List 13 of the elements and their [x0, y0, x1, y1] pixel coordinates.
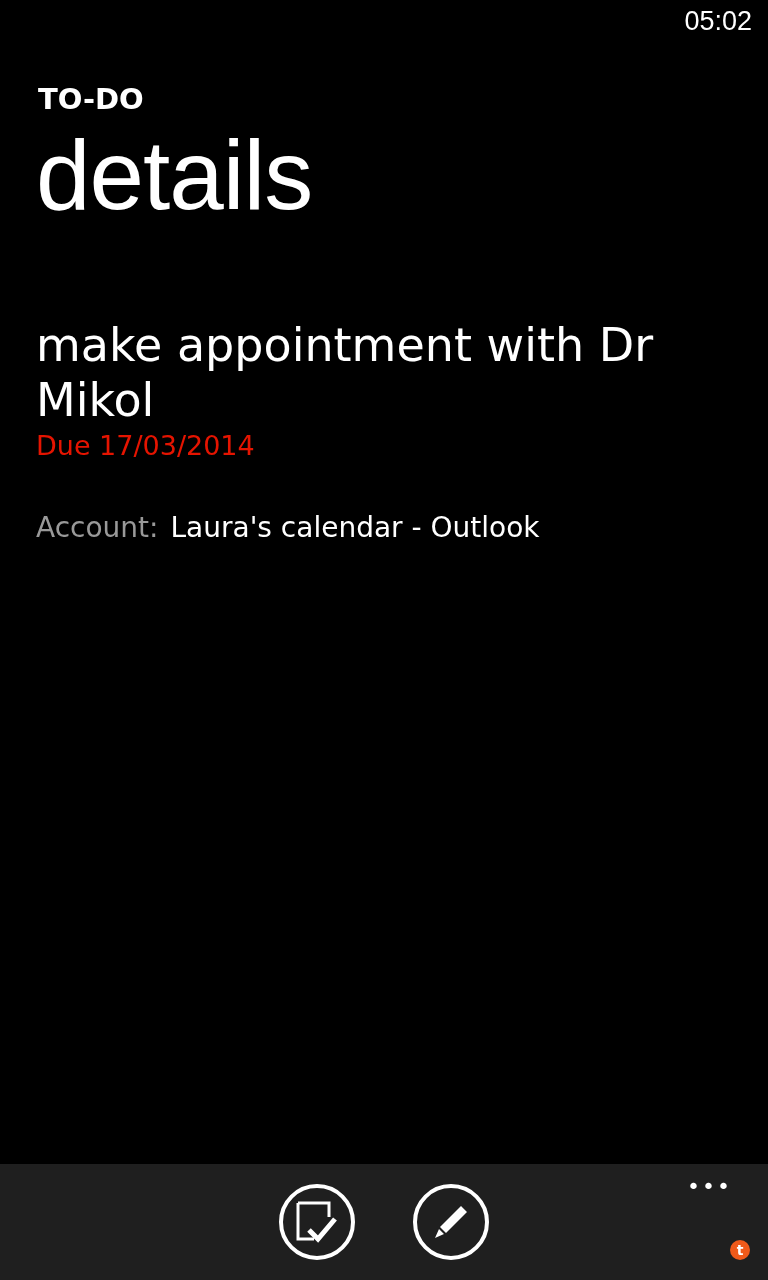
account-label: Account:	[36, 511, 159, 545]
due-date: Due 17/03/2014	[36, 430, 255, 462]
more-button[interactable]: •••	[687, 1174, 732, 1199]
pencil-icon	[432, 1203, 470, 1241]
page-title: details	[36, 122, 313, 230]
checkbox-check-icon	[295, 1200, 339, 1244]
complete-button[interactable]	[279, 1184, 355, 1260]
clock-time: 05:02	[684, 6, 752, 38]
account-value: Laura's calendar - Outlook	[170, 511, 540, 545]
edit-button[interactable]	[413, 1184, 489, 1260]
app-title: TO-DO	[38, 82, 144, 116]
notification-badge: t	[730, 1240, 750, 1260]
task-title: make appointment with Dr Mikol	[36, 317, 655, 429]
